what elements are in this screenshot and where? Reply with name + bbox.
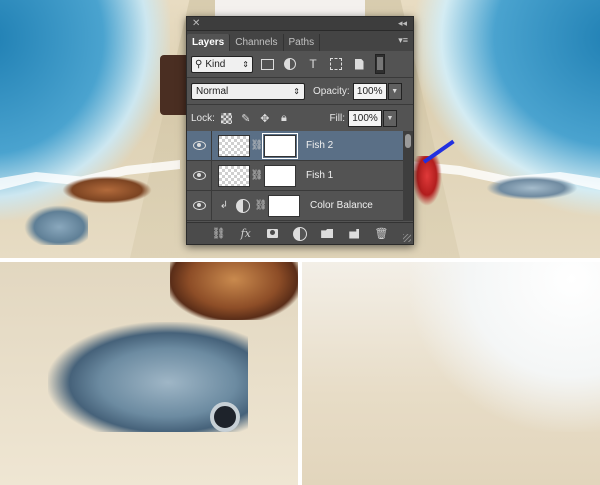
kind-filter-select[interactable]: ⚲ Kind ⇕ [191, 55, 253, 73]
wave-foam-closeup [410, 262, 600, 432]
link-icon[interactable]: ⛓︎ [255, 200, 268, 212]
filter-toggle[interactable] [375, 54, 385, 74]
new-adjustment-icon[interactable] [291, 226, 309, 242]
resize-grip-icon[interactable] [403, 234, 411, 242]
fill-label: Fill: [329, 112, 345, 124]
opacity-dropdown-button[interactable]: ▼ [387, 82, 402, 100]
crab-small [62, 176, 152, 204]
link-icon[interactable]: ⛓︎ [251, 170, 264, 182]
zoom-crop-left [0, 262, 298, 485]
lock-all-icon[interactable]: 🔒︎ [277, 111, 291, 125]
visibility-eye-icon[interactable] [187, 201, 211, 210]
layer-color-balance[interactable]: ↲ ⛓︎ Color Balance [187, 191, 413, 221]
panel-menu-icon[interactable]: ▾≡ [398, 35, 408, 46]
tab-paths[interactable]: Paths [284, 34, 321, 51]
lock-row: Lock: ✎ ✥ 🔒︎ Fill: 100% ▼ [187, 105, 413, 131]
red-bucket [412, 156, 442, 206]
zoom-crop-right [302, 262, 600, 485]
adjustment-layer-icon[interactable] [236, 198, 250, 213]
scrollbar-thumb[interactable] [405, 134, 411, 148]
layer-name[interactable]: Fish 1 [306, 170, 333, 181]
blend-mode-value: Normal [196, 85, 229, 97]
trash-icon[interactable]: 🗑︎ [372, 226, 390, 242]
kind-filter-label: Kind [205, 58, 226, 70]
opacity-input[interactable]: 100% [352, 82, 387, 100]
visibility-eye-icon[interactable] [187, 141, 211, 150]
fish-eye [210, 402, 240, 432]
lock-label: Lock: [191, 112, 215, 124]
new-group-icon[interactable] [318, 226, 336, 242]
close-icon[interactable]: ✕ [192, 17, 200, 30]
filter-row: ⚲ Kind ⇕ T [187, 51, 413, 77]
layer-thumbnail[interactable] [218, 134, 250, 157]
add-mask-icon[interactable] [264, 226, 282, 242]
opacity-label: Opacity: [313, 85, 350, 97]
separator [211, 131, 212, 160]
layer-fish-1[interactable]: ⛓︎ Fish 1 [187, 161, 413, 191]
lock-brush-icon[interactable]: ✎ [239, 111, 253, 125]
layers-scrollbar[interactable] [403, 131, 413, 221]
clipping-arrow-icon: ↲ [219, 200, 229, 211]
fish-small-right [486, 176, 578, 200]
pixel-filter-icon[interactable] [258, 56, 276, 72]
fill-dropdown-button[interactable]: ▼ [383, 109, 397, 127]
updown-icon: ⇕ [242, 59, 249, 69]
visibility-eye-icon[interactable] [187, 171, 211, 180]
link-icon[interactable]: ⛓︎ [210, 226, 228, 242]
separator [211, 161, 212, 190]
layer-name[interactable]: Fish 2 [306, 140, 333, 151]
tab-layers[interactable]: Layers [187, 34, 231, 51]
fill-input[interactable]: 100% [348, 109, 382, 127]
separator [211, 191, 212, 220]
shape-filter-icon[interactable] [327, 56, 345, 72]
blend-mode-select[interactable]: Normal ⇕ [191, 82, 305, 100]
blend-row: Normal ⇕ Opacity: 100% ▼ [187, 78, 413, 104]
panel-titlebar[interactable]: ✕ ◂◂ [187, 17, 413, 31]
adjustment-filter-icon[interactable] [281, 56, 299, 72]
layer-mask-thumbnail[interactable] [262, 132, 298, 159]
new-layer-icon[interactable] [345, 226, 363, 242]
smart-object-filter-icon[interactable] [350, 56, 368, 72]
tab-channels[interactable]: Channels [230, 34, 284, 51]
lock-move-icon[interactable]: ✥ [258, 111, 272, 125]
updown-icon: ⇕ [293, 86, 300, 96]
layer-name[interactable]: Color Balance [310, 200, 373, 211]
layer-mask-thumbnail[interactable] [264, 164, 296, 187]
layers-list: ⛓︎ Fish 2 ⛓︎ Fish 1 ↲ ⛓︎ Color Balance [187, 131, 413, 221]
fx-icon[interactable]: fx [237, 226, 255, 242]
panel-bottom-bar: ⛓︎ fx 🗑︎ [187, 222, 413, 244]
layers-panel: ✕ ◂◂ Layers Channels Paths ▾≡ ⚲ Kind ⇕ T… [186, 16, 414, 245]
layer-thumbnail[interactable] [218, 164, 250, 187]
layer-mask-thumbnail[interactable] [268, 194, 300, 217]
type-filter-icon[interactable]: T [304, 56, 322, 72]
link-icon[interactable]: ⛓︎ [251, 140, 264, 152]
fish-small-left [24, 205, 88, 245]
crab-closeup [170, 262, 298, 320]
collapse-icon[interactable]: ◂◂ [398, 17, 407, 30]
layer-fish-2[interactable]: ⛓︎ Fish 2 [187, 131, 413, 161]
lock-transparent-icon[interactable] [220, 111, 234, 125]
panel-tabs: Layers Channels Paths ▾≡ [187, 31, 413, 51]
search-icon: ⚲ [195, 58, 203, 70]
